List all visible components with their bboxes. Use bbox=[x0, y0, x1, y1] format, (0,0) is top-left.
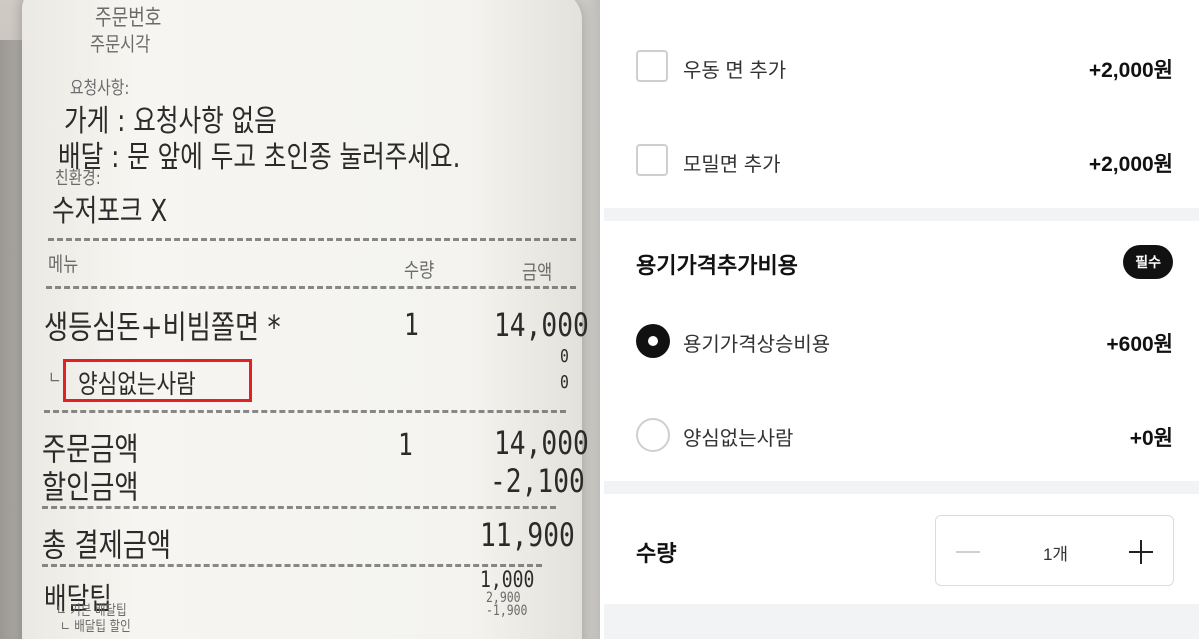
sub-zero-2: 0 bbox=[560, 372, 569, 393]
quantity-stepper: 1개 bbox=[935, 515, 1174, 586]
plus-icon[interactable] bbox=[1127, 538, 1155, 566]
choice-label: 용기가격상승비용 bbox=[683, 334, 831, 356]
radio-row-shameless[interactable]: 양심없는사람 +0원 bbox=[604, 404, 1199, 468]
section-separator bbox=[604, 208, 1199, 221]
col-amount: 금액 bbox=[522, 260, 553, 284]
option-price: +2,000원 bbox=[1088, 153, 1173, 176]
choice-price: +0원 bbox=[1129, 427, 1173, 450]
receipt-divider bbox=[46, 286, 576, 289]
bottom-bar bbox=[604, 604, 1199, 639]
tip-discount-amount: -1,900 bbox=[486, 603, 528, 619]
order-total-qty: 1 bbox=[398, 428, 413, 463]
option-panel: 우동 면 추가 +2,000원 모밀면 추가 +2,000원 용기가격추가비용 … bbox=[604, 0, 1199, 639]
item-name: 생등심돈+비빔쫄면 * bbox=[44, 308, 281, 346]
item-qty: 1 bbox=[404, 308, 419, 343]
option-label: 우동 면 추가 bbox=[683, 60, 787, 82]
option-price: +2,000원 bbox=[1088, 59, 1173, 82]
item-amount: 14,000 bbox=[494, 306, 589, 344]
receipt-divider bbox=[44, 410, 566, 413]
delivery-request: 배달 : 문 앞에 두고 초인종 눌러주세요. bbox=[58, 140, 461, 175]
checkbox-mobil[interactable] bbox=[636, 144, 668, 176]
section-separator bbox=[604, 481, 1199, 494]
discount-amount: -2,100 bbox=[490, 462, 585, 500]
tip-discount-label: ㄴ 배달팁 할인 bbox=[60, 619, 131, 635]
sub-zero-1: 0 bbox=[560, 346, 569, 367]
choice-price: +600원 bbox=[1106, 333, 1173, 356]
section-title: 용기가격추가비용 bbox=[636, 253, 798, 278]
col-menu: 메뉴 bbox=[48, 252, 79, 276]
checkbox-udon[interactable] bbox=[636, 50, 668, 82]
receipt-divider bbox=[42, 564, 542, 567]
radio-selected-icon[interactable] bbox=[636, 324, 670, 358]
quantity-label: 수량 bbox=[636, 541, 677, 566]
radio-row-container-fee[interactable]: 용기가격상승비용 +600원 bbox=[604, 310, 1199, 374]
red-highlight-box bbox=[63, 359, 252, 402]
col-qty: 수량 bbox=[404, 258, 435, 282]
grand-total-label: 총 결제금액 bbox=[42, 526, 172, 564]
option-row-udon[interactable]: 우동 면 추가 +2,000원 bbox=[604, 0, 1199, 130]
sub-prefix: ㄴ bbox=[48, 368, 62, 389]
receipt-top-scribble-2: 주문시각 bbox=[90, 32, 151, 56]
order-total-amount: 14,000 bbox=[494, 424, 589, 462]
choice-label: 양심없는사람 bbox=[683, 428, 794, 450]
receipt-photo: 주문번호 주문시각 요청사항: 가게 : 요청사항 없음 배달 : 문 앞에 두… bbox=[0, 0, 600, 639]
discount-label: 할인금액 bbox=[42, 468, 139, 506]
receipt-divider bbox=[42, 506, 556, 509]
grand-total-amount: 11,900 bbox=[480, 516, 575, 554]
utensils-request: 수저포크 X bbox=[52, 194, 168, 229]
option-label: 모밀면 추가 bbox=[683, 154, 781, 176]
required-badge: 필수 bbox=[1123, 245, 1173, 279]
option-row-mobil[interactable]: 모밀면 추가 +2,000원 bbox=[604, 130, 1199, 208]
receipt-divider bbox=[48, 238, 576, 241]
radio-unselected-icon[interactable] bbox=[636, 418, 670, 452]
